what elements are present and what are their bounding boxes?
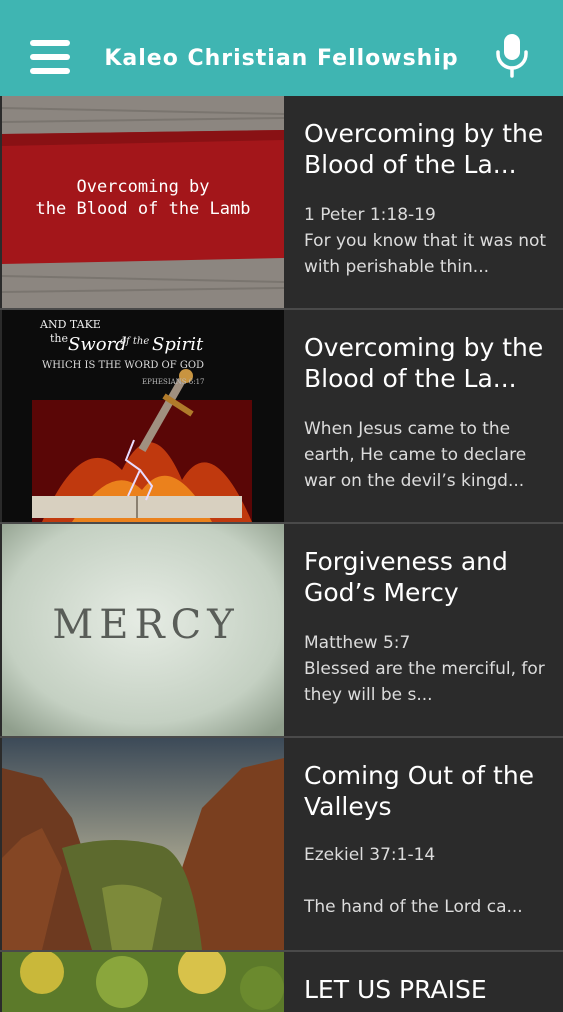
sermon-title: Overcoming by the Blood of the La... xyxy=(304,119,544,179)
thumbnail-caption: WHICH IS THE WORD OF GOD xyxy=(42,360,204,371)
sermon-title: LET US PRAISE xyxy=(304,975,487,1004)
app-bar: Kaleo Christian Fellowship xyxy=(0,0,563,96)
microphone-icon[interactable] xyxy=(494,32,530,78)
thumbnail-caption: MERCY xyxy=(52,602,239,648)
thumbnail-caption: Sword xyxy=(68,334,127,355)
thumbnail-caption: of the xyxy=(120,336,149,347)
sermon-item[interactable]: Overcoming by the Blood of the Lamb Over… xyxy=(0,96,563,310)
sermon-description: 1 Peter 1:18-19 For you know that it was… xyxy=(304,205,547,277)
app-title: Kaleo Christian Fellowship xyxy=(104,46,459,71)
thumbnail-caption: the xyxy=(50,332,68,345)
thumbnail-caption: EPHESIANS 6:17 xyxy=(142,378,205,386)
thumbnail-caption: AND TAKE xyxy=(39,318,101,331)
sermon-thumbnail: Overcoming by the Blood of the Lamb xyxy=(2,96,284,308)
thumbnail-caption: the Blood of the Lamb xyxy=(36,199,251,219)
sermon-description: When Jesus came to the earth, He came to… xyxy=(304,419,527,491)
sermon-description: Ezekiel 37:1-14 The hand of the Lord ca.… xyxy=(304,845,523,917)
sermon-thumbnail: MERCY xyxy=(2,524,284,736)
sermon-thumbnail xyxy=(2,952,284,1012)
sermon-title: Forgiveness and God’s Mercy xyxy=(304,547,508,607)
sermon-item[interactable]: LET US PRAISE xyxy=(0,952,563,1012)
sermon-thumbnail xyxy=(2,738,284,950)
sermon-item[interactable]: Coming Out of the Valleys Ezekiel 37:1-1… xyxy=(0,738,563,952)
sermon-item[interactable]: AND TAKE the Sword of the Spirit WHICH I… xyxy=(0,310,563,524)
thumbnail-caption: Overcoming by xyxy=(76,177,209,197)
sermon-title: Coming Out of the Valleys xyxy=(304,761,535,821)
thumbnail-caption: Spirit xyxy=(152,334,204,355)
sermon-description: Matthew 5:7 Blessed are the merciful, fo… xyxy=(304,633,545,705)
sermon-item[interactable]: MERCY Forgiveness and God’s Mercy Matthe… xyxy=(0,524,563,738)
sermon-thumbnail: AND TAKE the Sword of the Spirit WHICH I… xyxy=(2,310,284,522)
sermon-title: Overcoming by the Blood of the La... xyxy=(304,333,544,393)
